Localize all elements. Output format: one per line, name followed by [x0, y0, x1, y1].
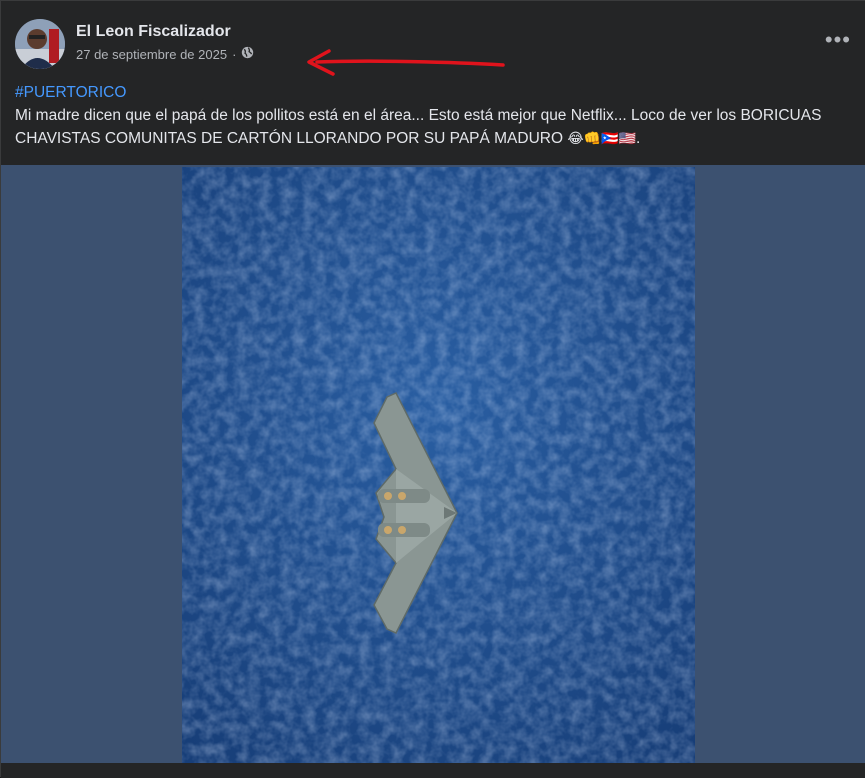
post-media[interactable] — [1, 165, 865, 763]
author-name[interactable]: El Leon Fiscalizador — [76, 23, 231, 41]
post-date[interactable]: 27 de septiembre de 2025 — [76, 47, 227, 62]
post-text-end: . — [636, 130, 641, 147]
post-meta: 27 de septiembre de 2025 · — [76, 46, 254, 62]
fist-bump-emoji: 👊 — [583, 130, 602, 146]
post-photo[interactable] — [182, 167, 695, 763]
more-options-button[interactable]: ••• — [825, 29, 851, 51]
post-footer-bar — [1, 763, 865, 778]
post-card: El Leon Fiscalizador 27 de septiembre de… — [0, 0, 865, 778]
hashtag-link[interactable]: #PUERTORICO — [15, 81, 126, 104]
red-arrow-annotation — [307, 49, 505, 76]
globe-icon[interactable] — [241, 46, 254, 62]
puerto-rico-flag-emoji: 🇵🇷 — [601, 130, 619, 146]
post-body: #PUERTORICO Mi madre dicen que el papá d… — [15, 81, 845, 150]
tears-of-joy-emoji: 😂 — [567, 130, 584, 146]
stealth-bomber-over-ocean-image — [182, 167, 695, 763]
usa-flag-emoji: 🇺🇸 — [618, 130, 637, 146]
meta-separator: · — [232, 46, 237, 62]
author-avatar[interactable] — [15, 19, 65, 69]
avatar-image — [15, 19, 65, 69]
post-header: El Leon Fiscalizador 27 de septiembre de… — [15, 19, 855, 76]
post-text: Mi madre dicen que el papá de los pollit… — [15, 107, 822, 147]
